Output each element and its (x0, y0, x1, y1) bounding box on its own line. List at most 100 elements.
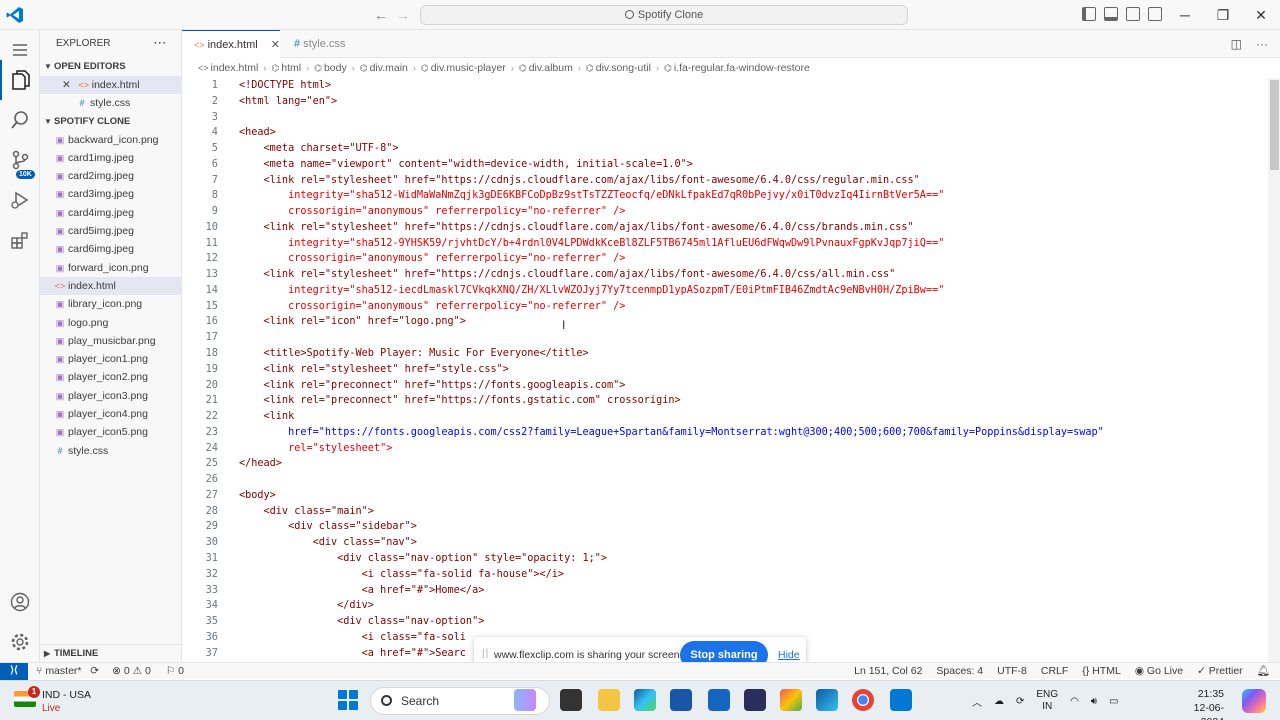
file-item[interactable]: ▣ library_icon.png (40, 295, 181, 313)
vertical-scrollbar[interactable] (1268, 78, 1280, 662)
breadcrumb-item[interactable]: ⌬ div.song-util (586, 62, 651, 74)
extensions-icon[interactable] (0, 220, 40, 260)
problems-status[interactable]: ⊗ 0 ⚠ 0 (112, 665, 151, 677)
open-editors-section[interactable]: ▼ OPEN EDITORS (40, 58, 181, 76)
code-line[interactable]: <meta charset="UTF-8"> (239, 141, 1104, 157)
chrome-icon[interactable] (852, 689, 874, 711)
notepad-icon[interactable] (670, 689, 692, 711)
forward-arrow-icon[interactable]: → (394, 6, 412, 24)
store-icon[interactable] (708, 689, 730, 711)
indentation[interactable]: Spaces: 4 (936, 663, 983, 679)
notifications-bell-icon[interactable]: 🔔︎ (1257, 663, 1270, 679)
file-item[interactable]: ▣ player_icon4.png (40, 405, 181, 423)
split-editor-icon[interactable]: ◫ (1231, 37, 1242, 51)
back-arrow-icon[interactable]: ← (372, 6, 390, 24)
code-line[interactable] (239, 472, 1104, 488)
file-item[interactable]: ▣ card4img.jpeg (40, 204, 181, 222)
breadcrumb-item[interactable]: ⌬ div.album (519, 62, 573, 74)
go-live-button[interactable]: ◉ Go Live (1135, 663, 1183, 679)
file-item[interactable]: ▣ logo.png (40, 314, 181, 332)
code-line[interactable] (239, 110, 1104, 126)
code-line[interactable]: <link (239, 409, 1104, 425)
search-icon[interactable] (0, 100, 40, 140)
paint-icon[interactable] (780, 689, 802, 711)
start-button[interactable] (338, 690, 358, 710)
code-line[interactable]: <!DOCTYPE html> (239, 78, 1104, 94)
breadcrumb-item[interactable]: ⌬ div.music-player (421, 62, 506, 74)
code-line[interactable]: integrity="sha512-iecdLmaskl7CVkqkXNQ/ZH… (239, 283, 1104, 299)
code-line[interactable]: </div> (239, 598, 1104, 614)
code-line[interactable]: <head> (239, 125, 1104, 141)
code-line[interactable]: <meta name="viewport" content="width=dev… (239, 157, 1104, 173)
maximize-button[interactable]: ❐ (1204, 0, 1242, 30)
file-item[interactable]: ▣ card5img.jpeg (40, 222, 181, 240)
timeline-section[interactable]: ▶ TIMELINE (40, 644, 182, 662)
file-item[interactable]: ▣ player_icon1.png (40, 350, 181, 368)
tab-index-html[interactable]: <> index.html ✕ (182, 30, 280, 58)
more-actions-icon[interactable]: ··· (1256, 37, 1268, 51)
code-line[interactable]: <title>Spotify-Web Player: Music For Eve… (239, 346, 1104, 362)
drag-handle-icon[interactable]: || (482, 648, 489, 659)
more-actions-icon[interactable]: ··· (154, 30, 167, 58)
vscode-taskbar-icon[interactable] (890, 689, 912, 711)
code-line[interactable]: </head> (239, 456, 1104, 472)
ports-status[interactable]: ⚐ 0 (166, 665, 184, 677)
breadcrumb-item[interactable]: ⌬ body (314, 62, 347, 74)
file-explorer-icon[interactable] (598, 689, 620, 711)
code-line[interactable]: href="https://fonts.googleapis.com/css2?… (239, 425, 1104, 441)
code-line[interactable]: <i class="fa-solid fa-house"></i> (239, 567, 1104, 583)
news-widget[interactable]: 1 IND - USA Live (14, 686, 124, 715)
close-tab-icon[interactable]: ✕ (271, 39, 280, 51)
close-editor-icon[interactable]: ✕ (62, 79, 71, 91)
wifi-icon[interactable]: ◠ (1070, 696, 1079, 707)
code-line[interactable]: crossorigin="anonymous" referrerpolicy="… (239, 299, 1104, 315)
show-hidden-icons-icon[interactable]: ︿ (972, 694, 982, 709)
language-indicator[interactable]: ENG IN (1036, 689, 1058, 713)
code-line[interactable]: <link rel="preconnect" href="https://fon… (239, 393, 1104, 409)
end-of-line[interactable]: CRLF (1041, 663, 1068, 679)
code-line[interactable]: integrity="sha512-9YHSK59/rjvhtDcY/b+4rd… (239, 236, 1104, 252)
clock[interactable]: 21:35 12-06-2024 (1172, 687, 1224, 720)
close-window-button[interactable]: ✕ (1242, 0, 1280, 30)
toggle-primary-sidebar-icon[interactable] (1082, 7, 1096, 21)
code-line[interactable]: <link rel="stylesheet" href="style.css"> (239, 362, 1104, 378)
battery-icon[interactable]: ▭ (1109, 696, 1118, 707)
code-line[interactable]: <html lang="en"> (239, 94, 1104, 110)
branch-status[interactable]: ⑂ master* (36, 665, 82, 677)
code-line[interactable]: <link rel="stylesheet" href="https://cdn… (239, 220, 1104, 236)
accounts-icon[interactable] (0, 582, 40, 622)
explorer-icon[interactable] (0, 60, 40, 100)
file-item[interactable]: ▣ player_icon2.png (40, 368, 181, 386)
code-line[interactable]: <a href="#">Home</a> (239, 583, 1104, 599)
encoding[interactable]: UTF-8 (997, 663, 1027, 679)
code-line[interactable] (239, 330, 1104, 346)
code-line[interactable]: crossorigin="anonymous" referrerpolicy="… (239, 204, 1104, 220)
task-view-icon[interactable] (560, 689, 582, 711)
file-item[interactable]: # style.css (40, 442, 181, 460)
breadcrumb-item[interactable]: ⌬ i.fa-regular.fa-window-restore (664, 62, 810, 74)
manage-gear-icon[interactable] (0, 622, 40, 662)
code-content[interactable]: <!DOCTYPE html> <html lang="en"> <head> <m… (239, 78, 1104, 661)
project-section[interactable]: ▼ SPOTIFY CLONE (40, 113, 181, 131)
customize-layout-icon[interactable] (1148, 7, 1162, 21)
file-item[interactable]: ▣ play_musicbar.png (40, 332, 181, 350)
open-editor-item[interactable]: # style.css (40, 94, 181, 112)
command-center-search[interactable]: Spotify Clone (420, 5, 908, 25)
intellij-icon[interactable] (744, 689, 766, 711)
file-item[interactable]: ▣ card3img.jpeg (40, 185, 181, 203)
code-line[interactable]: rel="stylesheet"> (239, 441, 1104, 457)
file-item[interactable]: ▣ backward_icon.png (40, 131, 181, 149)
breadcrumb-item[interactable]: ⌬ html (271, 62, 301, 74)
code-line[interactable]: <div class="nav"> (239, 535, 1104, 551)
sync-tray-icon[interactable]: ⟳ (1016, 696, 1024, 707)
run-debug-icon[interactable] (0, 180, 40, 220)
code-line[interactable]: <body> (239, 488, 1104, 504)
code-line[interactable]: <div class="nav-option" style="opacity: … (239, 551, 1104, 567)
edge-browser-icon[interactable] (634, 689, 656, 711)
code-line[interactable]: <link rel="icon" href="logo.png"> (239, 314, 1104, 330)
file-item[interactable]: ▣ player_icon3.png (40, 387, 181, 405)
breadcrumb-item[interactable]: ⌬ div.main (360, 62, 408, 74)
breadcrumb-item[interactable]: <> index.html (198, 62, 258, 74)
cursor-position[interactable]: Ln 151, Col 62 (854, 663, 922, 679)
code-editor[interactable]: 1 2 3 4 5 6 7 8 9 10 11 12 13 14 15 16 17 18 19 20 21 22 23 24 2… (182, 78, 1280, 662)
